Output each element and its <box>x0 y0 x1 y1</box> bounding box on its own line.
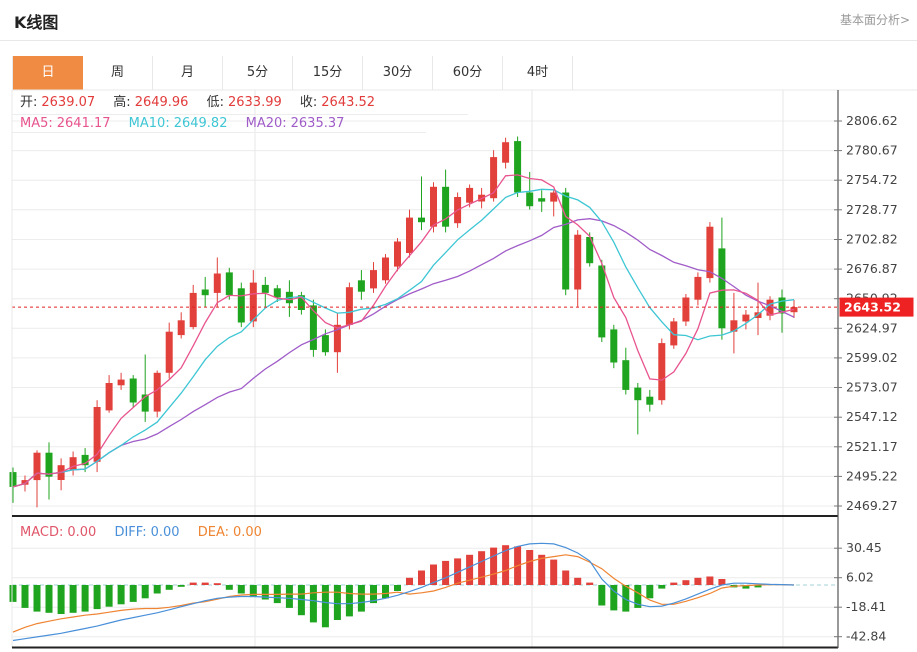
svg-text:30.45: 30.45 <box>846 540 882 555</box>
ma5-label: MA5: <box>20 116 53 131</box>
svg-text:2806.62: 2806.62 <box>846 113 898 128</box>
svg-text:2780.67: 2780.67 <box>846 143 898 158</box>
ma20-value: 2635.37 <box>291 116 345 131</box>
svg-text:2547.12: 2547.12 <box>846 409 898 424</box>
svg-text:2624.97: 2624.97 <box>846 320 898 335</box>
low-value: 2633.99 <box>228 95 282 110</box>
high-label: 高: <box>113 95 130 110</box>
svg-text:2754.72: 2754.72 <box>846 172 898 187</box>
ma5-value: 2641.17 <box>57 116 111 131</box>
svg-text:2702.82: 2702.82 <box>846 232 898 247</box>
macd-label: MACD: <box>20 525 63 540</box>
ma10-label: MA10: <box>129 116 170 131</box>
close-label: 收: <box>300 95 317 110</box>
close-value: 2643.52 <box>321 95 375 110</box>
macd-histogram <box>10 545 762 627</box>
svg-text:2495.22: 2495.22 <box>846 468 898 483</box>
current-price-badge: 2643.52 <box>840 298 914 317</box>
gridlines <box>12 90 838 648</box>
kline-page: K线图 基本面分析> 日周月5分15分30分60分4时 2806.622780.… <box>0 0 917 652</box>
diff-value: 0.00 <box>151 525 180 540</box>
svg-text:6.02: 6.02 <box>846 570 874 585</box>
ma-readout: MA5: 2641.17 MA10: 2649.82 MA20: 2635.37 <box>12 115 426 133</box>
svg-text:2676.87: 2676.87 <box>846 261 898 276</box>
dea-label: DEA: <box>198 525 229 540</box>
candles-group <box>10 137 798 508</box>
open-value: 2639.07 <box>41 95 95 110</box>
low-label: 低: <box>207 95 224 110</box>
svg-text:-18.41: -18.41 <box>846 599 886 614</box>
svg-text:2599.02: 2599.02 <box>846 350 898 365</box>
svg-text:2643.52: 2643.52 <box>844 300 901 315</box>
diff-label: DIFF: <box>114 525 146 540</box>
macd-readout: MACD: 0.00 DIFF: 0.00 DEA: 0.00 <box>12 520 276 544</box>
macd-axis: 30.45 6.02 -18.41 -42.84 <box>834 540 886 644</box>
chart-frame <box>12 90 917 649</box>
ohlc-readout: 开: 2639.07 高: 2649.96 低: 2633.99 收: 2643.52 <box>12 90 468 115</box>
svg-text:2573.07: 2573.07 <box>846 380 898 395</box>
ma10-value: 2649.82 <box>174 116 228 131</box>
svg-text:2469.27: 2469.27 <box>846 498 898 513</box>
high-value: 2649.96 <box>135 95 189 110</box>
open-label: 开: <box>20 95 37 110</box>
ma20-label: MA20: <box>246 116 287 131</box>
svg-text:2728.77: 2728.77 <box>846 202 898 217</box>
macd-value: 0.00 <box>67 525 96 540</box>
dea-value: 0.00 <box>233 525 262 540</box>
svg-text:-42.84: -42.84 <box>846 629 886 644</box>
svg-text:2521.17: 2521.17 <box>846 439 898 454</box>
